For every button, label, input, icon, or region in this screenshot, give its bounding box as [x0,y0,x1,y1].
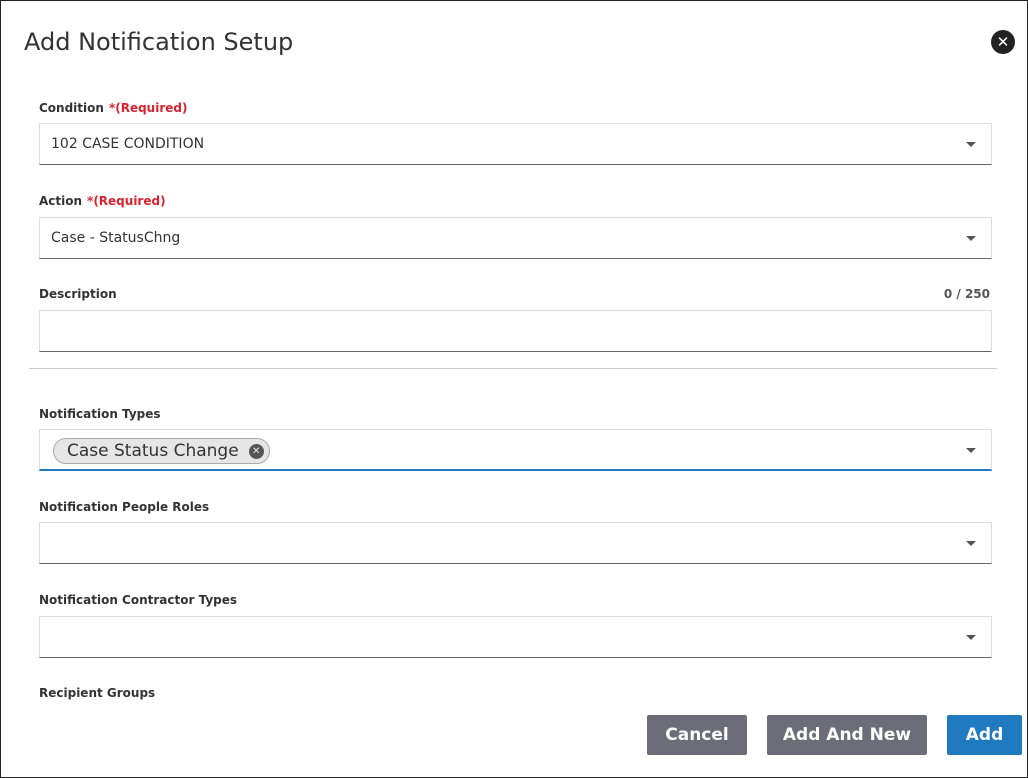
remove-chip-icon[interactable]: ✕ [249,444,264,459]
cancel-button[interactable]: Cancel [647,715,747,755]
notification-types-label: Notification Types [39,407,161,421]
required-marker: *(Required) [87,194,166,208]
required-marker: *(Required) [109,101,188,115]
people-roles-select[interactable] [39,522,992,564]
condition-select[interactable]: 102 CASE CONDITION [39,123,992,165]
chevron-down-icon [966,448,976,453]
dialog-title: Add Notification Setup [24,28,293,56]
contractor-types-select[interactable] [39,616,992,658]
dialog: Add Notification Setup ✕ Condition*(Requ… [0,0,1028,778]
description-label: Description [39,287,117,301]
action-value: Case - StatusChng [51,230,180,246]
action-label: Action*(Required) [39,194,166,208]
chevron-down-icon [966,541,976,546]
add-button[interactable]: Add [947,715,1022,755]
notification-types-select[interactable]: Case Status Change✕ [39,429,992,471]
action-select[interactable]: Case - StatusChng [39,217,992,259]
chevron-down-icon [966,236,976,241]
add-and-new-button[interactable]: Add And New [767,715,927,755]
chip-case-status-change: Case Status Change✕ [53,438,270,464]
recipient-groups-label: Recipient Groups [39,686,155,700]
chevron-down-icon [966,635,976,640]
description-input[interactable] [39,310,992,352]
people-roles-label: Notification People Roles [39,500,209,514]
condition-value: 102 CASE CONDITION [51,136,204,152]
contractor-types-label: Notification Contractor Types [39,593,237,607]
chevron-down-icon [966,142,976,147]
condition-label: Condition*(Required) [39,101,187,115]
description-counter: 0 / 250 [944,287,990,301]
divider [29,368,997,369]
close-icon[interactable]: ✕ [991,30,1015,54]
